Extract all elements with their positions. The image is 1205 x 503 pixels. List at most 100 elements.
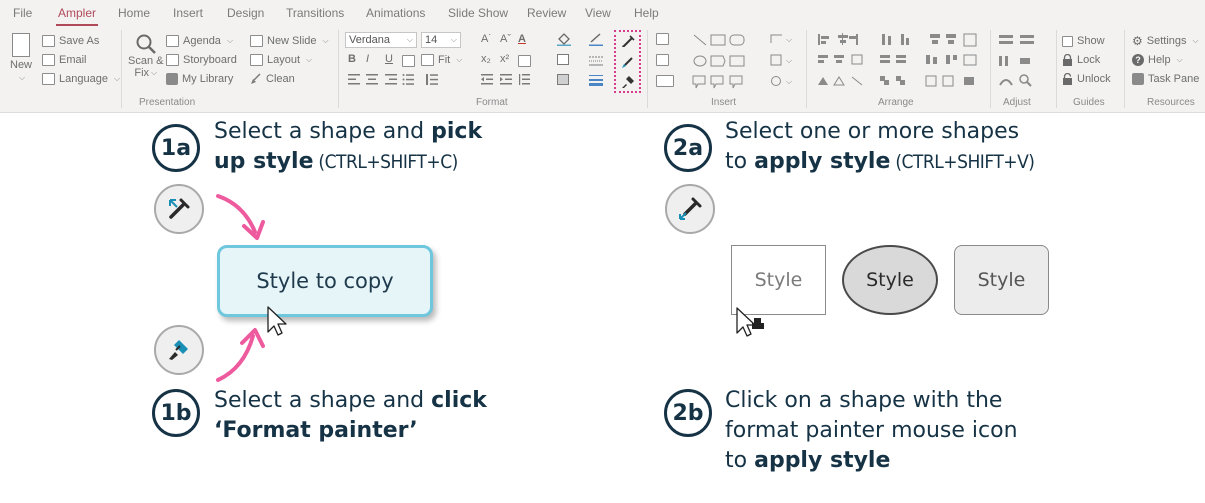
menu-view[interactable]: View [585,6,611,20]
fill-bucket-icon[interactable] [557,33,571,46]
grow-font-icon[interactable]: A˙ [481,33,492,45]
save-as-button[interactable]: Save As [42,32,99,50]
pick-up-style-tool [154,184,204,234]
new-slide-label: New Slide [267,35,317,47]
italic-icon[interactable]: I [366,53,369,65]
target-shape-ellipse[interactable]: Style [842,245,938,315]
menu-bar: File Ampler Home Insert Design Transitio… [0,0,1205,28]
new-slide-button[interactable]: New Slide ⌵ [250,32,329,50]
adjust-tools-icon[interactable] [998,33,1048,91]
char-spacing-icon[interactable] [518,55,531,67]
connector-icon[interactable]: ⌵ [770,33,792,44]
menu-file[interactable]: File [13,6,32,20]
unlock-button[interactable]: Unlock [1062,70,1111,88]
new-button[interactable]: New ⌵ [10,33,32,83]
menu-insert[interactable]: Insert [173,6,203,20]
shrink-font-icon[interactable]: Aˇ [500,33,511,45]
menu-transitions[interactable]: Transitions [286,6,344,20]
gear-shape-icon[interactable]: ⌵ [770,75,792,86]
step-2b-line2: format painter mouse icon [725,418,1018,443]
increase-indent-icon[interactable] [500,74,512,85]
layout-button[interactable]: Layout ⌵ [250,51,312,69]
separator [121,30,122,108]
font-name-select[interactable]: Verdana ⌵ [345,32,417,48]
text-box-icon[interactable] [402,55,415,67]
clean-button[interactable]: Clean [250,70,295,88]
smart-shape-icon[interactable]: ⌵ [770,54,792,66]
line-dash-icon[interactable] [589,55,603,66]
font-color-icon[interactable]: A [518,33,526,45]
help-label: Help [1148,54,1171,66]
gradient-icon[interactable] [557,74,569,85]
align-right-icon[interactable] [385,74,397,85]
font-size-select[interactable]: 14 ⌵ [421,32,461,48]
sticker-icon[interactable] [656,54,669,66]
shapes-callout-icon[interactable] [692,75,752,89]
step-2b-line1: Click on a shape with the [725,388,1003,413]
shape-outline-icon[interactable] [557,54,569,65]
line-color-icon[interactable] [589,33,603,46]
shapes-line-icon[interactable] [692,33,752,47]
email-label: Email [59,54,87,66]
save-icon [42,35,55,47]
lock-label: Lock [1077,54,1101,66]
agenda-button[interactable]: Agenda ⌵ [166,32,233,50]
menu-review[interactable]: Review [527,6,566,20]
help-button[interactable]: ? Help ⌵ [1132,51,1183,69]
task-pane-button[interactable]: Task Pane [1132,70,1199,88]
target-shape-rectangle[interactable]: Style [731,245,826,315]
stamp-icon[interactable] [656,75,674,87]
separator [1056,30,1057,108]
menu-help[interactable]: Help [634,6,659,20]
email-button[interactable]: Email [42,51,87,69]
separator [806,30,807,108]
chevron-down-icon: ⌵ [306,55,313,64]
my-library-button[interactable]: My Library [166,70,233,88]
menu-slide-show[interactable]: Slide Show [448,6,508,20]
apply-style-icon[interactable] [621,55,635,69]
svg-text:⌵: ⌵ [786,35,792,44]
chevron-down-icon: ⌵ [113,74,121,83]
style-to-copy-shape[interactable]: Style to copy [217,245,433,317]
storyboard-button[interactable]: Storyboard [166,51,237,69]
bold-icon[interactable]: B [348,53,356,65]
settings-button[interactable]: ⚙ Settings ⌵ [1132,32,1199,50]
new-button-label: New [10,59,33,71]
separator [990,30,991,108]
step-badge-2b: 2b [664,389,712,437]
decrease-indent-icon[interactable] [481,74,493,85]
storyboard-label: Storyboard [183,54,237,66]
menu-design[interactable]: Design [227,6,264,20]
language-button[interactable]: Language ⌵ [42,70,120,88]
text-insert-icon[interactable] [656,33,669,45]
arrange-tools-icon[interactable] [816,33,986,91]
underline-icon[interactable]: U [385,53,393,65]
step-2a-text: Select one or more shapes to apply style… [725,117,1035,177]
bullets-icon[interactable] [402,74,414,85]
scan-fix-button[interactable]: Scan & Fix ⌵ [128,33,163,79]
lock-icon [1063,54,1072,66]
line-spacing-icon[interactable] [518,74,530,85]
format-painter-icon[interactable] [621,75,635,89]
fit-button[interactable]: Fit ⌵ [421,51,462,69]
chevron-down-icon: ⌵ [226,36,234,45]
align-left-icon[interactable] [348,74,360,85]
superscript-icon[interactable]: x² [500,53,509,65]
show-guides-button[interactable]: Show [1062,32,1105,50]
menu-home[interactable]: Home [118,6,150,20]
target-shape-rounded[interactable]: Style [954,245,1049,315]
align-center-icon[interactable] [366,74,378,85]
numbering-icon[interactable] [426,74,438,85]
shapes-ellipse-icon[interactable] [692,54,752,68]
lock-button[interactable]: Lock [1062,51,1100,69]
step-1a-bold-pick: pick [431,119,483,144]
chevron-down-icon: ⌵ [450,35,457,44]
format-painter-brush-icon [169,340,188,360]
scan-fix-label: Scan & [128,55,164,67]
menu-ampler[interactable]: Ampler [55,6,99,26]
subscript-icon[interactable]: x₂ [481,53,491,65]
step-1a-text: Select a shape and pick up style (CTRL+S… [214,117,482,177]
menu-animations[interactable]: Animations [366,6,425,20]
pick-up-style-icon[interactable] [621,35,635,49]
line-weight-icon[interactable] [589,75,603,86]
